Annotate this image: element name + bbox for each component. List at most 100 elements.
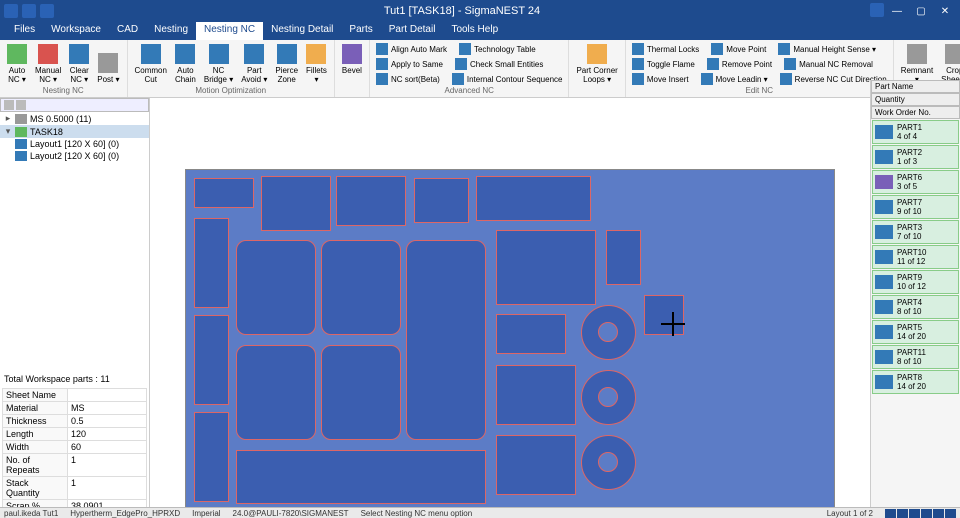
- ribbon-icon: [711, 43, 723, 55]
- ribbon-icon: [632, 73, 644, 85]
- ribbon-btn-nc[interactable]: NC Bridge ▾: [201, 42, 236, 86]
- ribbon-mini-remove-point[interactable]: Remove Point: [705, 57, 774, 71]
- ribbon-mini-align-auto-mark[interactable]: Align Auto Mark: [374, 42, 449, 56]
- ribbon-btn-post-[interactable]: Post ▾: [94, 42, 122, 86]
- ribbon-icon: [306, 44, 326, 64]
- ribbon-icon: [342, 44, 362, 64]
- part-icon: [875, 250, 893, 264]
- tree-root[interactable]: ▸ MS 0.5000 (11): [0, 112, 149, 125]
- part-item-part11[interactable]: PART118 of 10: [872, 345, 959, 369]
- close-button[interactable]: ✕: [934, 3, 956, 19]
- ribbon-icon: [945, 44, 960, 64]
- ribbon-mini-move-point[interactable]: Move Point: [709, 42, 768, 56]
- part-icon: [875, 200, 893, 214]
- ribbon-icon: [701, 73, 713, 85]
- ribbon-mini-manual-height-sense-[interactable]: Manual Height Sense ▾: [776, 42, 878, 56]
- part-item-part2[interactable]: PART21 of 3: [872, 145, 959, 169]
- menu-tab-parts[interactable]: Parts: [341, 22, 380, 40]
- ribbon-btn-common[interactable]: Common Cut: [132, 42, 170, 86]
- layout-icon: [15, 151, 27, 161]
- menu-tab-nesting[interactable]: Nesting: [146, 22, 196, 40]
- ribbon-group: Part Corner Loops ▾: [569, 40, 625, 97]
- ribbon-mini-technology-table[interactable]: Technology Table: [457, 42, 538, 56]
- ribbon-mini-move-insert[interactable]: Move Insert: [630, 72, 691, 86]
- ribbon-btn-part[interactable]: Part Avoid ▾: [238, 42, 270, 86]
- ribbon-mini-apply-to-same[interactable]: Apply to Same: [374, 57, 445, 71]
- ribbon-btn-auto[interactable]: Auto NC ▾: [4, 42, 30, 86]
- part-item-part8[interactable]: PART814 of 20: [872, 370, 959, 394]
- part-list-header[interactable]: Part Name: [871, 80, 960, 93]
- qat-icon[interactable]: [40, 4, 54, 18]
- part-icon: [875, 275, 893, 289]
- nesting-canvas[interactable]: [150, 98, 870, 507]
- ribbon-icon: [780, 73, 792, 85]
- ribbon-icon: [707, 58, 719, 70]
- status-user: paul.ikeda Tut1: [4, 509, 58, 518]
- title-bar: Tut1 [TASK18] - SigmaNEST 24 — ▢ ✕: [0, 0, 960, 22]
- layout-nav[interactable]: [885, 509, 956, 518]
- ribbon-mini-manual-nc-removal[interactable]: Manual NC Removal: [782, 57, 875, 71]
- tree-layout-item[interactable]: Layout1 [120 X 60] (0): [0, 138, 149, 150]
- minimize-button[interactable]: —: [886, 3, 908, 19]
- status-version: 24.0@PAULI-7820\SIGMANEST: [233, 509, 349, 518]
- ribbon-mini-move-leadin-[interactable]: Move Leadin ▾: [699, 72, 770, 86]
- ribbon-btn-bevel[interactable]: Bevel: [339, 42, 365, 77]
- ribbon-mini-check-small-entities[interactable]: Check Small Entities: [453, 57, 545, 71]
- ribbon-btn-fillets[interactable]: Fillets ▾: [303, 42, 330, 86]
- status-bar: paul.ikeda Tut1 Hypertherm_EdgePro_HPRXD…: [0, 507, 960, 518]
- ribbon-mini-thermal-locks[interactable]: Thermal Locks: [630, 42, 701, 56]
- ribbon-icon: [452, 73, 464, 85]
- ribbon-icon: [7, 44, 27, 64]
- menu-tab-tools-help[interactable]: Tools Help: [443, 22, 506, 40]
- part-item-part4[interactable]: PART48 of 10: [872, 295, 959, 319]
- property-row: Stack Quantity1: [2, 477, 147, 500]
- ribbon-icon: [778, 43, 790, 55]
- sheet[interactable]: [185, 169, 835, 509]
- ribbon-btn-manual[interactable]: Manual NC ▾: [32, 42, 64, 86]
- property-row: MaterialMS: [2, 402, 147, 415]
- part-icon: [875, 150, 893, 164]
- part-item-part1[interactable]: PART14 of 4: [872, 120, 959, 144]
- ribbon-btn-pierce[interactable]: Pierce Zone: [272, 42, 301, 86]
- ribbon-icon: [209, 44, 229, 64]
- property-row: No. of Repeats1: [2, 454, 147, 477]
- part-item-part10[interactable]: PART1011 of 12: [872, 245, 959, 269]
- workspace-tree-panel: ▸ MS 0.5000 (11) ▾ TASK18 Layout1 [120 X…: [0, 98, 150, 370]
- part-item-part3[interactable]: PART37 of 10: [872, 220, 959, 244]
- menu-tab-files[interactable]: Files: [6, 22, 43, 40]
- property-row: Length120: [2, 428, 147, 441]
- part-icon: [875, 125, 893, 139]
- ribbon-mini-toggle-flame[interactable]: Toggle Flame: [630, 57, 697, 71]
- menu-tab-part-detail[interactable]: Part Detail: [381, 22, 444, 40]
- ribbon-icon: [38, 44, 58, 64]
- part-item-part9[interactable]: PART910 of 12: [872, 270, 959, 294]
- menu-tab-nesting-detail[interactable]: Nesting Detail: [263, 22, 341, 40]
- part-item-part6[interactable]: PART63 of 5: [872, 170, 959, 194]
- ribbon-btn-part-corner[interactable]: Part Corner Loops ▾: [573, 42, 620, 86]
- part-list-header[interactable]: Work Order No.: [871, 106, 960, 119]
- properties-title: Total Workspace parts : 11: [2, 372, 147, 388]
- app-icon: [4, 4, 18, 18]
- menu-tab-workspace[interactable]: Workspace: [43, 22, 109, 40]
- menu-tab-cad[interactable]: CAD: [109, 22, 146, 40]
- tree-layout-item[interactable]: Layout2 [120 X 60] (0): [0, 150, 149, 162]
- part-item-part5[interactable]: PART514 of 20: [872, 320, 959, 344]
- qat-icon[interactable]: [22, 4, 36, 18]
- ribbon-icon: [376, 58, 388, 70]
- ribbon-group: Bevel: [335, 40, 370, 97]
- part-item-part7[interactable]: PART79 of 10: [872, 195, 959, 219]
- ribbon-icon: [459, 43, 471, 55]
- ribbon-icon: [784, 58, 796, 70]
- ribbon-icon: [69, 44, 89, 64]
- ribbon-btn-clear[interactable]: Clear NC ▾: [66, 42, 92, 86]
- ribbon-group: Auto NC ▾Manual NC ▾Clear NC ▾Post ▾Nest…: [0, 40, 128, 97]
- help-icon[interactable]: [870, 3, 884, 17]
- part-list-header[interactable]: Quantity: [871, 93, 960, 106]
- menu-tab-nesting-nc[interactable]: Nesting NC: [196, 22, 263, 40]
- ribbon-mini-internal-contour-sequence[interactable]: Internal Contour Sequence: [450, 72, 565, 86]
- ribbon-mini-nc-sort-beta-[interactable]: NC sort(Beta): [374, 72, 442, 86]
- maximize-button[interactable]: ▢: [910, 3, 932, 19]
- tree-task[interactable]: ▾ TASK18: [0, 125, 149, 138]
- ribbon-btn-auto[interactable]: Auto Chain: [172, 42, 199, 86]
- ribbon-icon: [587, 44, 607, 64]
